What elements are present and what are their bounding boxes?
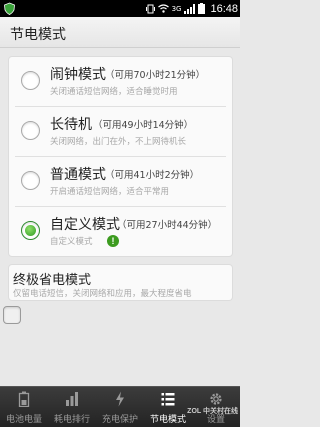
mode-description: 关闭网络，出门在外，不上网待机长 (50, 137, 187, 147)
ranking-icon (66, 392, 78, 406)
clock: 16:48 (210, 2, 238, 15)
mode-name: 普通模式 (50, 167, 106, 183)
mode-radio[interactable] (21, 171, 40, 190)
mode-available-time: （可用70小时21分钟） (105, 70, 206, 81)
vibrate-icon (145, 4, 155, 13)
floating-toggle-button[interactable] (3, 306, 21, 324)
mode-radio-selected[interactable] (21, 221, 40, 240)
ultimate-mode-item[interactable]: 终极省电模式 仅留电话短信，关闭网络和应用，最大程度省电 (9, 265, 232, 300)
network-type: 3G (171, 4, 182, 13)
exclamation-icon[interactable]: ! (107, 235, 119, 247)
mode-available-time: （可用41小时2分钟） (105, 170, 200, 181)
watermark-logo: ZOL 中关村在线 (187, 408, 238, 415)
charge-bolt-icon (116, 391, 124, 407)
tab-power-ranking[interactable]: 耗电排行 (48, 387, 96, 427)
mode-name: 闹钟模式 (50, 67, 106, 83)
gear-icon (210, 393, 222, 405)
ultimate-mode-description: 仅留电话短信，关闭网络和应用，最大程度省电 (13, 289, 192, 299)
mode-description: 关闭通话短信网络，适合睡觉时用 (50, 87, 178, 97)
mode-available-time: （可用49小时14分钟） (93, 120, 194, 131)
mode-item-normal[interactable]: 普通模式 （可用41小时2分钟） 开启通话短信网络，适合平常用 (9, 157, 232, 206)
tab-battery-level[interactable]: 电池电量 (0, 387, 48, 427)
mode-list: 闹钟模式 （可用70小时21分钟） 关闭通话短信网络，适合睡觉时用 长待机 （可… (9, 57, 232, 256)
tab-label: 电池电量 (5, 415, 42, 425)
mode-name: 自定义模式 (50, 217, 120, 233)
list-icon (161, 393, 175, 406)
mode-description: 开启通话短信网络，适合平常用 (50, 187, 170, 197)
tab-label: 充电保护 (101, 415, 138, 425)
mode-name: 长待机 (50, 117, 92, 133)
tab-label: 节电模式 (149, 415, 186, 425)
mode-item-custom[interactable]: 自定义模式 （可用27小时44分钟） 自定义模式 ! (9, 207, 232, 256)
page-title: 节电模式 (10, 27, 66, 43)
mode-radio[interactable] (21, 121, 40, 140)
mode-description: 自定义模式 (50, 237, 93, 247)
battery-icon (18, 391, 30, 407)
battery-status-icon (198, 3, 206, 14)
ultimate-mode-name: 终极省电模式 (13, 273, 92, 288)
tab-power-saving-mode[interactable]: 节电模式 (144, 387, 192, 427)
wifi-icon (157, 4, 169, 13)
tab-label: 耗电排行 (53, 415, 90, 425)
mode-available-time: （可用27小时44分钟） (117, 220, 218, 231)
mode-item-long-standby[interactable]: 长待机 （可用49小时14分钟） 关闭网络，出门在外，不上网待机长 (9, 107, 232, 156)
status-bar: 3G 16:48 (0, 0, 240, 17)
tab-charge-protection[interactable]: 充电保护 (96, 387, 144, 427)
title-bar: 节电模式 (0, 17, 240, 48)
mode-item-alarm[interactable]: 闹钟模式 （可用70小时21分钟） 关闭通话短信网络，适合睡觉时用 (9, 57, 232, 106)
signal-icon (184, 3, 196, 14)
shield-app-icon (4, 2, 15, 15)
mode-radio[interactable] (21, 71, 40, 90)
